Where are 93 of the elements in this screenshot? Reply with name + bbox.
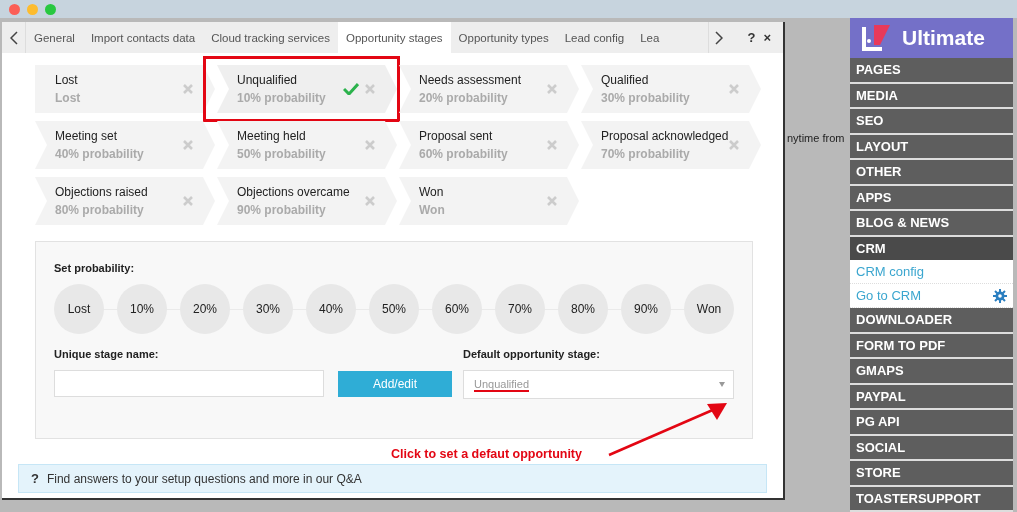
input-field[interactable] [54, 370, 324, 397]
field-label: Set probability: [54, 262, 136, 274]
close-icon[interactable] [183, 196, 193, 206]
stage-name: Unqualified [237, 73, 299, 87]
close-icon[interactable] [183, 84, 193, 94]
stage-card[interactable]: Qualified 30% probability [581, 65, 761, 113]
close-icon[interactable] [547, 140, 557, 150]
menu-item[interactable]: SOCIAL [850, 435, 1013, 461]
annotation-text: Click to set a defaut opportunity [391, 447, 582, 461]
stage-card[interactable]: Unqualified 10% probability [217, 65, 397, 113]
zoom-dot[interactable] [45, 3, 56, 15]
probability-option[interactable]: 40% [306, 284, 356, 334]
close-icon[interactable] [729, 140, 739, 150]
check-icon [343, 83, 359, 95]
probability-option[interactable]: 20% [180, 284, 230, 334]
gear-icon [993, 288, 1007, 303]
stage-card[interactable]: Lost Lost [35, 65, 215, 113]
probability-option[interactable]: 70% [495, 284, 545, 334]
menu-item[interactable]: GMAPS [850, 359, 1013, 385]
stage-name: Meeting held [237, 129, 307, 143]
stage-card[interactable]: Objections overcame 90% probability [217, 177, 397, 225]
stage-card[interactable]: Proposal acknowledged 70% probability [581, 121, 761, 169]
probability-option[interactable]: 80% [558, 284, 608, 334]
close-icon[interactable] [729, 84, 739, 94]
minimize-dot[interactable] [27, 3, 38, 15]
stage-probability: 10% probability [237, 91, 327, 105]
probability-option[interactable]: 90% [621, 284, 671, 334]
close-button[interactable]: × [763, 30, 771, 45]
background-text: nytime from [787, 132, 845, 144]
close-dot[interactable] [9, 3, 20, 15]
probability-option[interactable]: 10% [117, 284, 167, 334]
menu-item[interactable]: TOASTERSUPPORT [850, 486, 1013, 512]
stage-name: Meeting set [55, 129, 119, 143]
menu-item[interactable]: PAGES [850, 58, 1013, 84]
close-icon[interactable] [547, 84, 557, 94]
stage-card[interactable]: Won Won [399, 177, 579, 225]
stage-card[interactable]: Proposal sent 60% probability [399, 121, 579, 169]
stage-card[interactable]: Meeting held 50% probability [217, 121, 397, 169]
stage-probability: 20% probability [419, 91, 509, 105]
stage-probability: 70% probability [601, 147, 691, 161]
close-icon[interactable] [365, 140, 375, 150]
tab[interactable]: Opportunity stages [338, 22, 451, 53]
close-icon[interactable] [365, 196, 375, 206]
stage-probability: 80% probability [55, 203, 145, 217]
help-button[interactable]: ? [747, 30, 756, 45]
logo-text: Ultimate [902, 26, 985, 50]
close-icon[interactable] [365, 84, 375, 94]
menu-item[interactable]: SEO [850, 109, 1013, 135]
stage-probability: Won [419, 203, 446, 217]
menu-item[interactable]: CRM [850, 236, 1013, 260]
stage-card[interactable]: Needs assessment 20% probability [399, 65, 579, 113]
menu-item[interactable]: FORM TO PDF [850, 333, 1013, 359]
stage-probability: 30% probability [601, 91, 691, 105]
menu-item[interactable]: BLOG & NEWS [850, 211, 1013, 237]
close-icon[interactable] [183, 140, 193, 150]
caret-icon [719, 382, 725, 387]
submenu-label: CRM config [856, 264, 924, 279]
menu-item[interactable]: PG API [850, 410, 1013, 436]
probability-option[interactable]: 50% [369, 284, 419, 334]
probability-option[interactable]: Lost [54, 284, 104, 334]
stage-name: Proposal sent [419, 129, 494, 143]
menu-item[interactable]: PAYPAL [850, 384, 1013, 410]
probability-option[interactable]: 30% [243, 284, 293, 334]
stage-name: Won [419, 185, 445, 199]
menu-item[interactable]: MEDIA [850, 83, 1013, 109]
chevron-right-icon[interactable] [715, 30, 724, 45]
stage-name: Lost [55, 73, 79, 87]
stage-name: Proposal acknowledged [601, 129, 729, 143]
stage-probability: 50% probability [237, 147, 327, 161]
menu-item[interactable]: OTHER [850, 160, 1013, 186]
stage-name: Objections overcame [237, 185, 351, 199]
info-text: Find answers to your setup questions and more in our Q&A [46, 471, 362, 486]
menu-item[interactable]: DOWNLOADER [850, 308, 1013, 334]
field-label: Unique stage name: [54, 348, 160, 360]
field-label: Default opportunity stage: [463, 348, 601, 360]
probability-option[interactable]: 60% [432, 284, 482, 334]
close-icon[interactable] [547, 196, 557, 206]
menu-item[interactable]: STORE [850, 461, 1013, 487]
menu-item[interactable]: LAYOUT [850, 134, 1013, 160]
chevron-left-icon [9, 30, 18, 45]
stage-name: Needs assessment [419, 73, 523, 87]
stage-name: Objections raised [55, 185, 149, 199]
stage-probability: 60% probability [419, 147, 509, 161]
help-icon: ? [31, 471, 39, 486]
submenu-label: Go to CRM [856, 288, 921, 303]
probability-option[interactable]: Won [684, 284, 734, 334]
stage-probability: Lost [55, 91, 82, 105]
menu-item[interactable]: APPS [850, 185, 1013, 211]
stage-card[interactable]: Objections raised 80% probability [35, 177, 215, 225]
stage-name: Qualified [601, 73, 650, 87]
stage-probability: 40% probability [55, 147, 145, 161]
stage-probability: 90% probability [237, 203, 327, 217]
stage-card[interactable]: Meeting set 40% probability [35, 121, 215, 169]
